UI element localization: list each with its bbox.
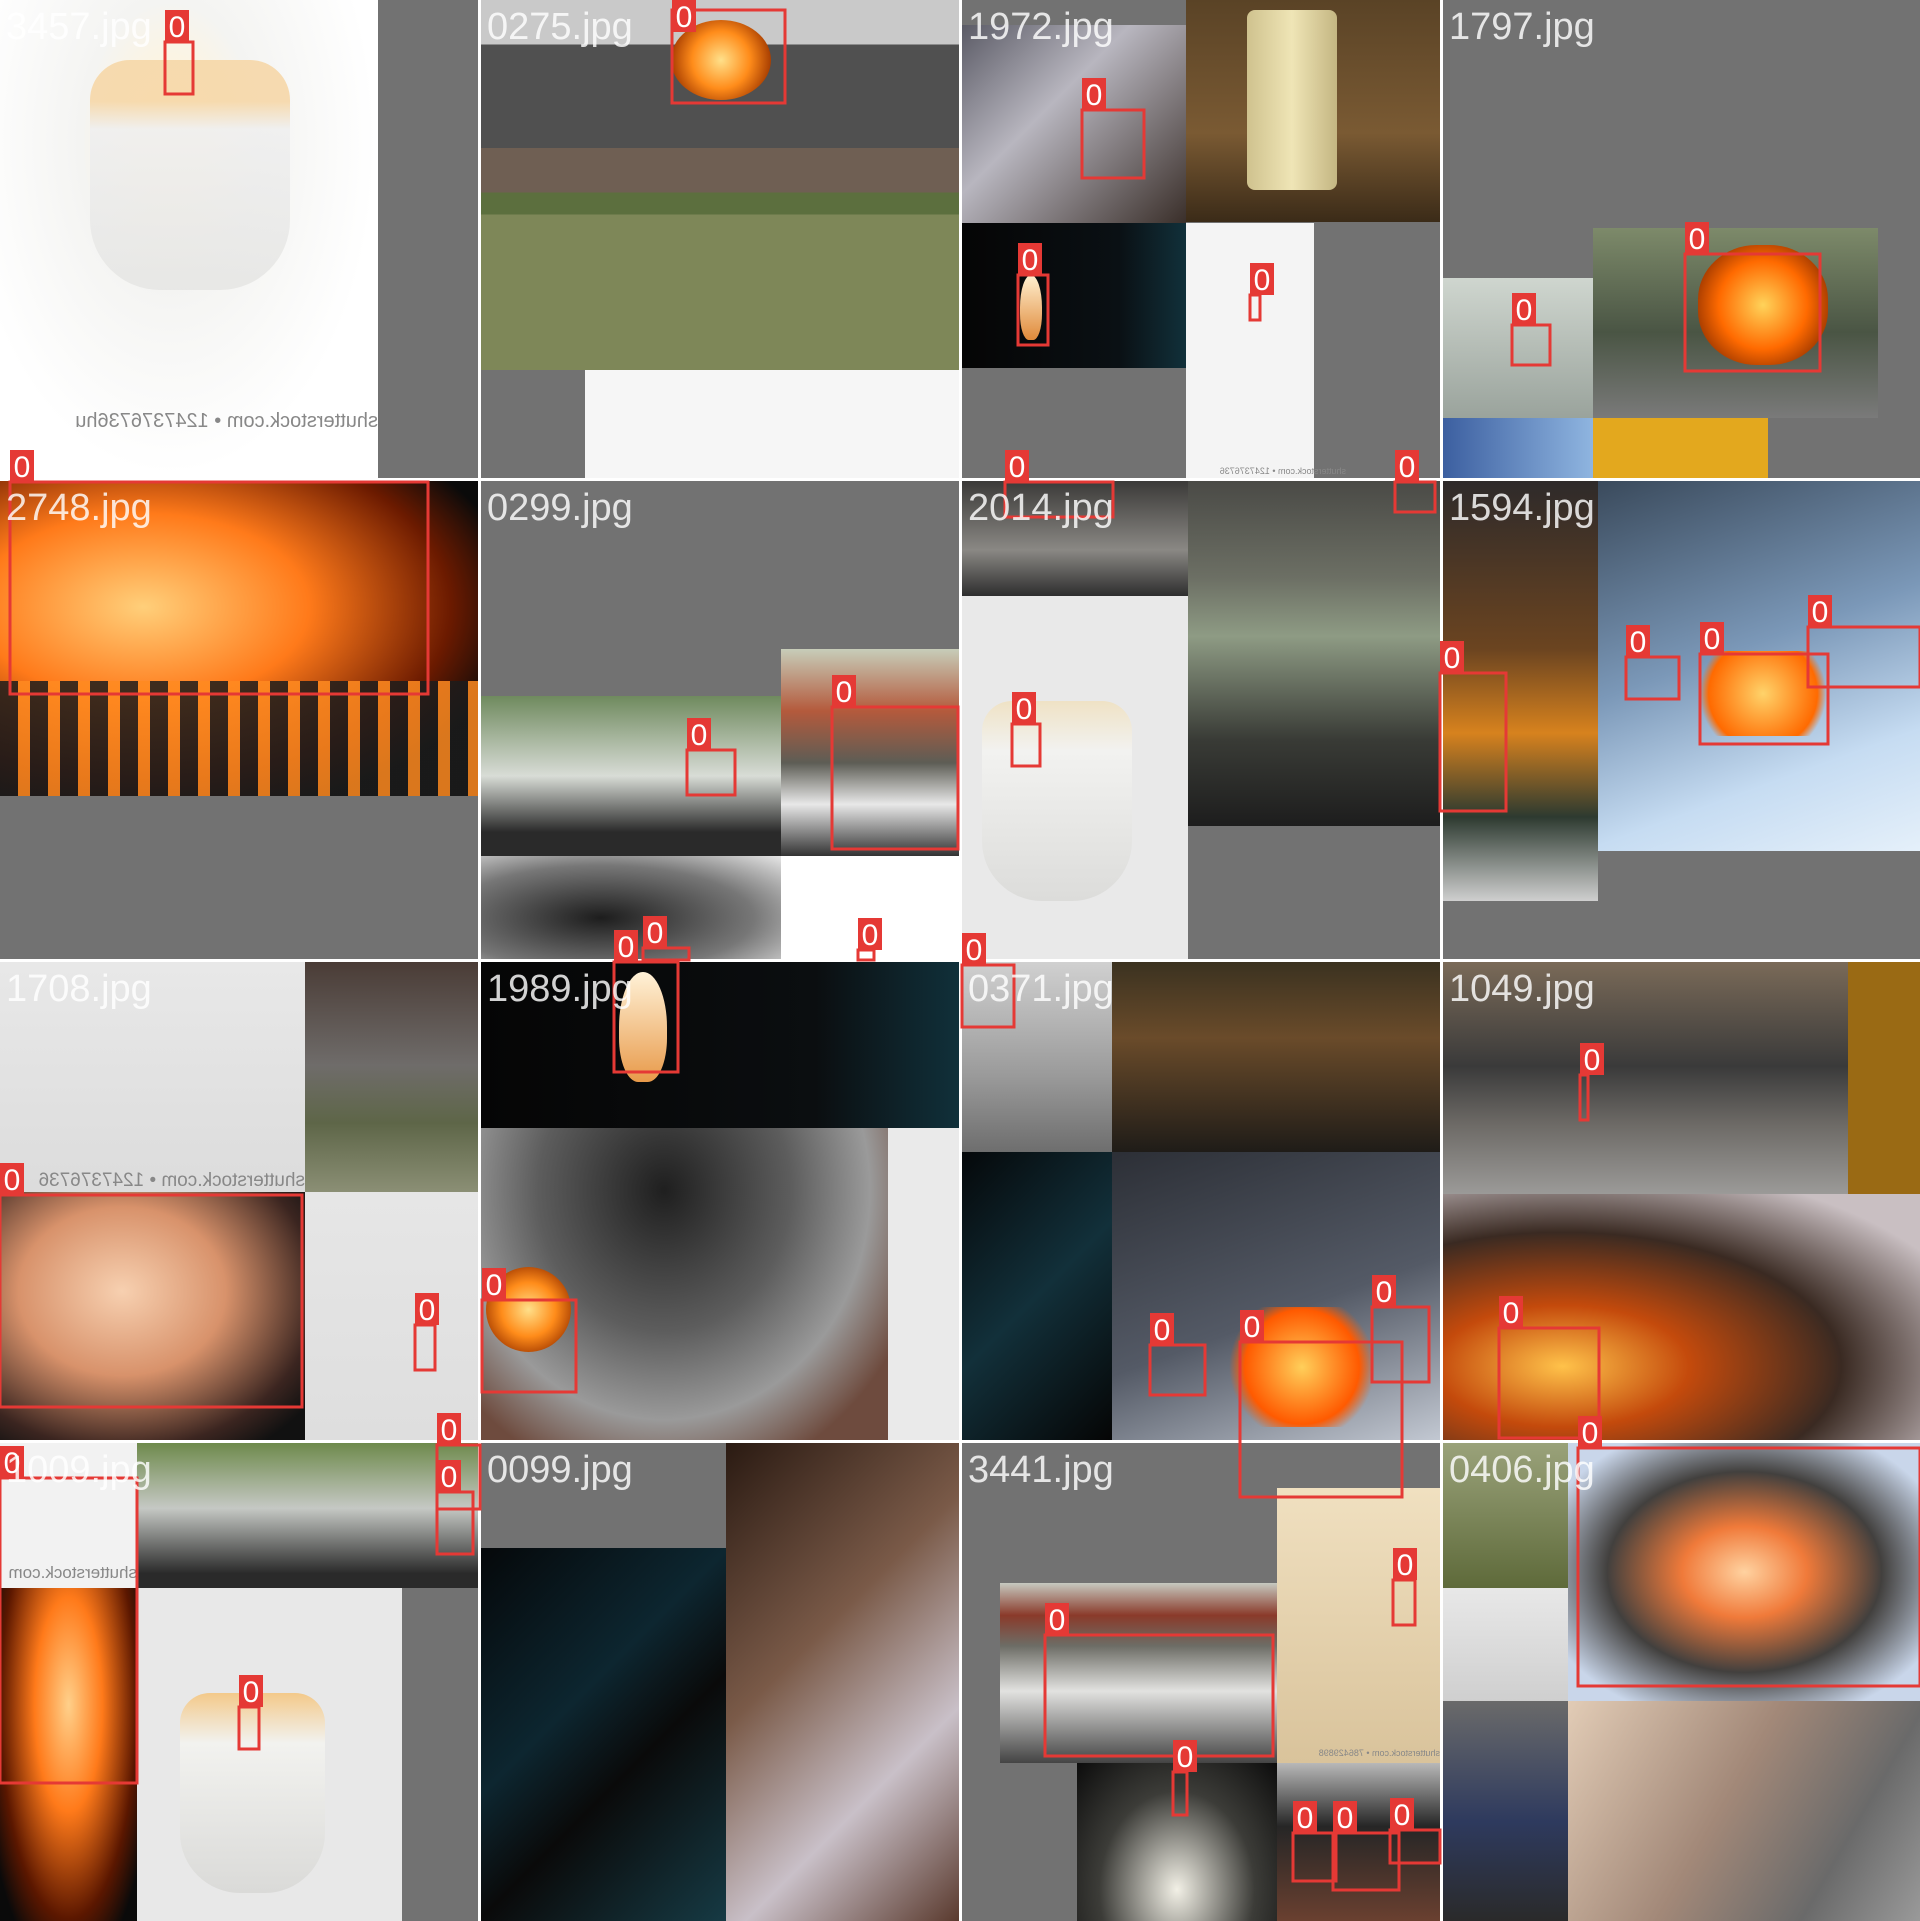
car-flames (1698, 245, 1828, 365)
tile-filename: 0275.jpg (487, 6, 633, 48)
pillar-candle (1247, 10, 1337, 190)
mosaic-grid: shutterstock.com • 1247376736hu 3457.jpg… (0, 0, 1920, 1921)
tile-13: shutterstock.com 1009.jpg (0, 1443, 478, 1921)
tile-filename: 2748.jpg (6, 487, 152, 529)
tile-filename: 0371.jpg (968, 968, 1114, 1010)
watermark-text: shutterstock.com • 1247376736 (1219, 466, 1346, 476)
fire-patch (671, 20, 771, 100)
forest-road-photo (1188, 481, 1440, 826)
tile-8: 1594.jpg (1443, 481, 1920, 959)
tile-filename: 1049.jpg (1449, 968, 1595, 1010)
building-fire-photo (1277, 1763, 1440, 1921)
white-photo (888, 1128, 959, 1440)
candle-jar (180, 1693, 325, 1893)
windshield-photo (481, 696, 781, 856)
jar-candle-photo (1186, 223, 1314, 478)
tile-filename: 1009.jpg (6, 1449, 152, 1491)
white-fill (585, 370, 959, 478)
yellow-photo (1593, 418, 1768, 478)
amber-photo (1848, 962, 1920, 1194)
tile-filename: 1989.jpg (487, 968, 633, 1010)
living-room-fire-photo (962, 25, 1186, 223)
tile-5: 2748.jpg (0, 481, 478, 959)
tile-4: 1797.jpg (1443, 0, 1920, 478)
tile-2: 0275.jpg (481, 0, 959, 478)
candle-jar (90, 60, 290, 290)
match-flame (1020, 275, 1042, 340)
grill-fire-photo (0, 1192, 305, 1440)
tile-3: shutterstock.com • 1247376736 1972.jpg (962, 0, 1440, 478)
roof-photo (1443, 1588, 1568, 1701)
firefighters-photo (1112, 962, 1440, 1152)
room-photo (726, 1443, 959, 1921)
smoke-building-photo (1568, 1701, 1920, 1921)
living-room-fire-photo (1443, 1194, 1920, 1440)
grill-grate (0, 681, 478, 796)
candle-jar (982, 701, 1132, 901)
pillar-candle-photo (1277, 1488, 1440, 1763)
tile-10: 1989.jpg (481, 962, 959, 1440)
room-fire-photo (1443, 481, 1598, 901)
tile-11: 0371.jpg (962, 962, 1440, 1440)
window-fire (1217, 1307, 1387, 1427)
candle-photo (305, 1192, 478, 1440)
fire-patch (486, 1267, 571, 1352)
tile-1: shutterstock.com • 1247376736hu 3457.jpg (0, 0, 478, 478)
tile-9: shutterstock.com • 1247376736 1708.jpg (0, 962, 478, 1440)
tile-filename: 1972.jpg (968, 6, 1114, 48)
tile-filename: 3457.jpg (6, 6, 152, 48)
crowd-photo (1443, 418, 1593, 478)
watermark-text: shutterstock.com • 786429898 (1318, 1748, 1440, 1758)
watermark-text: shutterstock.com • 1247376736 (38, 1170, 305, 1191)
window-fire (1683, 651, 1843, 736)
tile-16: 0406.jpg (1443, 1443, 1920, 1921)
tile-filename: 1797.jpg (1449, 6, 1595, 48)
candle-dark-photo (1077, 1763, 1277, 1921)
grass-fire-crew-photo (781, 649, 959, 856)
dark-teal-photo (962, 1152, 1112, 1440)
windshield-photo (137, 1443, 478, 1588)
smoke-photo (481, 856, 781, 959)
tile-12: 1049.jpg (1443, 962, 1920, 1440)
dark-match-photo (962, 223, 1186, 368)
watermark-text: shutterstock.com • 1247376736hu (75, 410, 378, 432)
tile-14: 0099.jpg (481, 1443, 959, 1921)
tile-15: shutterstock.com • 786429898 3441.jpg (962, 1443, 1440, 1921)
tile-filename: 1594.jpg (1449, 487, 1595, 529)
grass-fire-photo (1000, 1583, 1277, 1763)
crowd-photo (1443, 1701, 1568, 1921)
grass-fire-photo (1568, 1443, 1920, 1701)
tile-filename: 2014.jpg (968, 487, 1114, 529)
tile-6: 0299.jpg (481, 481, 959, 959)
road-smoke-photo (1443, 278, 1593, 418)
watermark-text: shutterstock.com (8, 1563, 138, 1582)
tile-7: 2014.jpg (962, 481, 1440, 959)
tile-filename: 0406.jpg (1449, 1449, 1595, 1491)
tile-filename: 1708.jpg (6, 968, 152, 1010)
grill-fire-photo (0, 1588, 137, 1921)
house-photo (305, 962, 478, 1192)
tile-filename: 0099.jpg (487, 1449, 633, 1491)
tile-filename: 0299.jpg (487, 487, 633, 529)
white-photo (781, 856, 959, 959)
dark-teal-photo (481, 1548, 726, 1921)
tile-filename: 3441.jpg (968, 1449, 1114, 1491)
